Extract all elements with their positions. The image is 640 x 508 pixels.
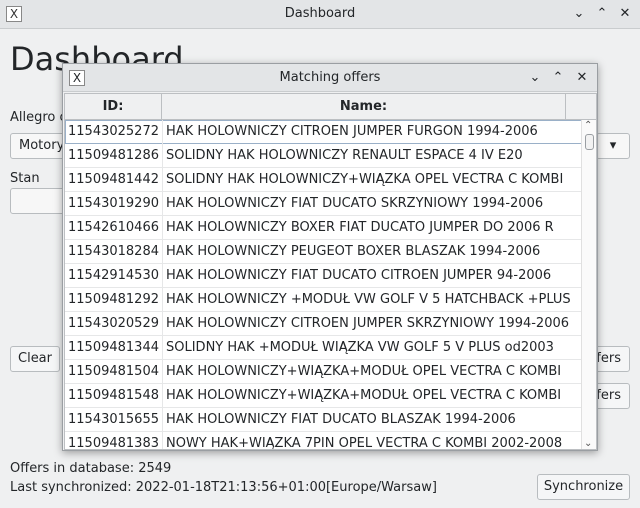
table-row[interactable]: 11542610466 HAK HOLOWNICZY BOXER FIAT DUC… (65, 216, 583, 240)
last-synchronized: Last synchronized: 2022-01-18T21:13:56+0… (10, 480, 437, 495)
cell-id: 11509481442 (68, 172, 159, 187)
cell-id: 11509481292 (68, 292, 159, 307)
column-header-id[interactable]: ID: (65, 94, 162, 120)
column-divider (162, 192, 163, 216)
clear-button[interactable]: Clear (10, 346, 60, 372)
cell-id: 11509481504 (68, 364, 159, 379)
cell-name: SOLIDNY HAK HOLOWNICZY+WIĄZKA OPEL VECTR… (166, 172, 564, 187)
column-header-name[interactable]: Name: (162, 94, 566, 120)
table-row[interactable]: 11509481344 SOLIDNY HAK +MODUŁ WIĄZKA VW … (65, 336, 583, 360)
column-divider (162, 312, 163, 336)
offers-in-database: Offers in database: 2549 (10, 461, 172, 476)
table-row[interactable]: 11543018284 HAK HOLOWNICZY PEUGEOT BOXER … (65, 240, 583, 264)
allegro-category-label: Allegro c (10, 110, 67, 125)
column-divider (162, 168, 163, 192)
cell-name: HAK HOLOWNICZY FIAT DUCATO SKRZYNIOWY 19… (166, 196, 544, 211)
cell-name: HAK HOLOWNICZY +MODUŁ VW GOLF V 5 HATCHB… (166, 292, 571, 307)
cell-id: 11543020529 (68, 316, 159, 331)
cell-id: 11509481344 (68, 340, 159, 355)
cell-name: NOWY HAK+WIĄZKA 7PIN OPEL VECTRA C KOMBI… (166, 436, 563, 450)
table-row[interactable]: 11509481383 NOWY HAK+WIĄZKA 7PIN OPEL VEC… (65, 432, 583, 450)
table-row[interactable]: 11509481292 HAK HOLOWNICZY +MODUŁ VW GOLF… (65, 288, 583, 312)
close-button[interactable]: ✕ (616, 5, 634, 23)
category-combo-dropdown[interactable]: ▾ (596, 133, 630, 159)
table-row[interactable]: 11509481548 HAK HOLOWNICZY+WIĄZKA+MODUŁ O… (65, 384, 583, 408)
chevron-up-icon[interactable]: ⌃ (584, 120, 592, 131)
cell-id: 11543015655 (68, 412, 159, 427)
main-titlebar: X Dashboard ⌄ ⌃ ✕ (0, 0, 640, 29)
table-row[interactable]: 11543015655 HAK HOLOWNICZY FIAT DUCATO BL… (65, 408, 583, 432)
chevron-down-icon[interactable]: ⌄ (584, 438, 592, 449)
cell-id: 11542610466 (68, 220, 159, 235)
column-divider (162, 288, 163, 312)
column-divider (162, 264, 163, 288)
table-row[interactable]: 11543019290 HAK HOLOWNICZY FIAT DUCATO SK… (65, 192, 583, 216)
chevron-up-icon: ⌃ (552, 70, 564, 85)
synchronize-button[interactable]: Synchronize (537, 474, 630, 500)
cell-name: SOLIDNY HAK HOLOWNICZY RENAULT ESPACE 4 … (166, 148, 523, 163)
cell-name: HAK HOLOWNICZY PEUGEOT BOXER BLASZAK 199… (166, 244, 541, 259)
dialog-maximize-button[interactable]: ⌃ (549, 69, 567, 87)
column-divider (162, 408, 163, 432)
column-divider (162, 216, 163, 240)
cell-name: SOLIDNY HAK +MODUŁ WIĄZKA VW GOLF 5 V PL… (166, 340, 554, 355)
matching-offers-dialog: X Matching offers ⌄ ⌃ ✕ ID: Name: 115430… (62, 63, 598, 451)
stan-label: Stan (10, 171, 40, 186)
close-icon: ✕ (576, 70, 588, 85)
table-row[interactable]: 11509481442 SOLIDNY HAK HOLOWNICZY+WIĄZKA… (65, 168, 583, 192)
column-divider (162, 240, 163, 264)
chevron-down-icon: ⌄ (573, 6, 585, 21)
dialog-minimize-button[interactable]: ⌄ (526, 69, 544, 87)
column-divider (162, 384, 163, 408)
table-row[interactable]: 11509481286 SOLIDNY HAK HOLOWNICZY RENAUL… (65, 144, 583, 168)
column-divider (162, 360, 163, 384)
table-row[interactable]: 11543020529 HAK HOLOWNICZY CITROEN JUMPER… (65, 312, 583, 336)
cell-name: HAK HOLOWNICZY BOXER FIAT DUCATO JUMPER … (166, 220, 554, 235)
dialog-title: Matching offers (279, 70, 381, 85)
cell-name: HAK HOLOWNICZY FIAT DUCATO CITROEN JUMPE… (166, 268, 552, 283)
dialog-close-button[interactable]: ✕ (573, 69, 591, 87)
minimize-button[interactable]: ⌄ (570, 5, 588, 23)
cell-id: 11543025272 (68, 124, 159, 139)
column-divider (162, 144, 163, 168)
table-row[interactable]: 11509481504 HAK HOLOWNICZY+WIĄZKA+MODUŁ O… (65, 360, 583, 384)
cell-name: HAK HOLOWNICZY CITROEN JUMPER SKRZYNIOWY… (166, 316, 570, 331)
cell-id: 11509481286 (68, 148, 159, 163)
cell-name: HAK HOLOWNICZY+WIĄZKA+MODUŁ OPEL VECTRA … (166, 388, 562, 403)
cell-name: HAK HOLOWNICZY+WIĄZKA+MODUŁ OPEL VECTRA … (166, 364, 562, 379)
table-body: 11543025272 HAK HOLOWNICZY CITROEN JUMPER… (65, 120, 583, 450)
table-row[interactable]: 11542914530 HAK HOLOWNICZY FIAT DUCATO CI… (65, 264, 583, 288)
cell-id: 11543018284 (68, 244, 159, 259)
close-icon: ✕ (619, 6, 631, 21)
table-header: ID: Name: (65, 94, 596, 120)
column-divider (162, 432, 163, 449)
table-row[interactable]: 11543025272 HAK HOLOWNICZY CITROEN JUMPER… (65, 120, 583, 144)
cell-id: 11509481383 (68, 436, 159, 450)
column-divider (162, 120, 163, 144)
maximize-button[interactable]: ⌃ (593, 5, 611, 23)
column-header-filler (566, 94, 596, 120)
chevron-down-icon: ▾ (609, 138, 617, 153)
chevron-up-icon: ⌃ (596, 6, 608, 21)
cell-id: 11543019290 (68, 196, 159, 211)
window-title: Dashboard (284, 6, 356, 21)
cell-name: HAK HOLOWNICZY CITROEN JUMPER FURGON 199… (166, 124, 538, 139)
cell-id: 11509481548 (68, 388, 159, 403)
cell-id: 11542914530 (68, 268, 159, 283)
dialog-titlebar: X Matching offers ⌄ ⌃ ✕ (63, 64, 597, 92)
column-divider (162, 336, 163, 360)
category-combo-value: Motory (19, 138, 65, 153)
scrollbar-thumb[interactable] (585, 134, 594, 150)
cell-name: HAK HOLOWNICZY FIAT DUCATO BLASZAK 1994-… (166, 412, 516, 427)
offers-table: ID: Name: 11543025272 HAK HOLOWNICZY CITR… (64, 93, 597, 450)
vertical-scrollbar[interactable]: ⌃ ⌄ (581, 120, 596, 449)
chevron-down-icon: ⌄ (529, 70, 541, 85)
